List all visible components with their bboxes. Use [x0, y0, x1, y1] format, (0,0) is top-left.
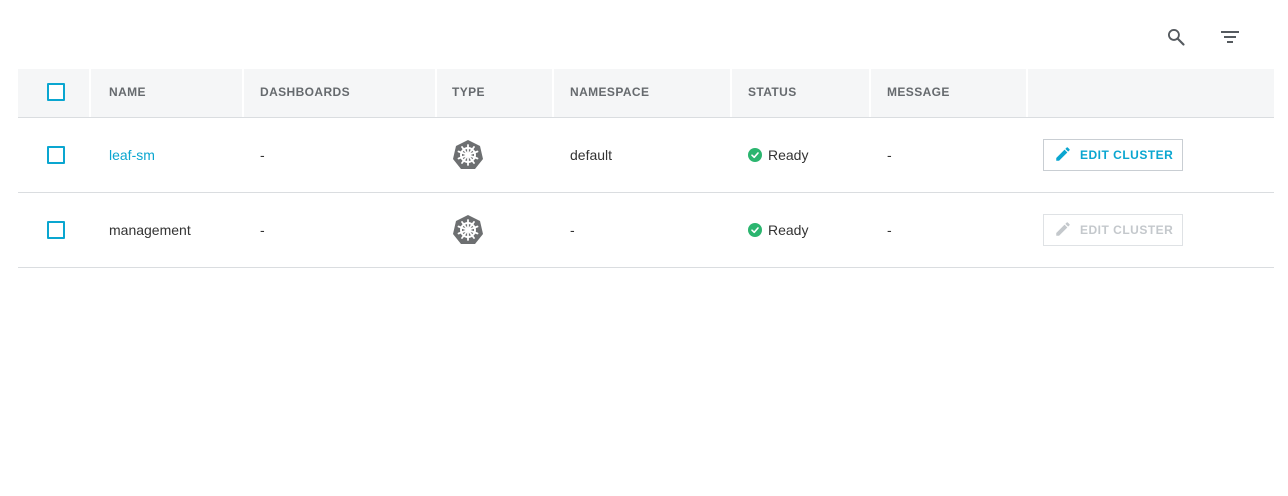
dashboards-value: -	[260, 147, 265, 163]
column-divider	[552, 69, 554, 117]
cluster-name: management	[109, 222, 191, 238]
status-badge: Ready	[748, 118, 808, 192]
filter-icon[interactable]	[1217, 24, 1243, 50]
select-all-checkbox[interactable]	[47, 83, 65, 103]
pencil-icon	[1054, 220, 1072, 241]
table-row: leaf-sm - default Ready - EDIT CLUSTER	[18, 118, 1274, 193]
status-label: Ready	[768, 222, 809, 238]
edit-cluster-cell: EDIT CLUSTER	[1043, 118, 1183, 192]
pencil-icon	[1054, 145, 1072, 166]
column-divider	[435, 69, 437, 117]
status-badge: Ready	[748, 193, 808, 267]
namespace-value: default	[570, 147, 613, 163]
column-header-name[interactable]: NAME	[109, 69, 146, 117]
table-row: management - - Ready - EDIT CLUSTER	[18, 193, 1274, 268]
column-divider	[242, 69, 244, 117]
column-header-namespace[interactable]: NAMESPACE	[570, 69, 649, 117]
row-checkbox[interactable]	[47, 118, 65, 192]
edit-cluster-cell: EDIT CLUSTER	[1043, 193, 1183, 267]
edit-cluster-label: EDIT CLUSTER	[1080, 148, 1174, 162]
edit-cluster-label: EDIT CLUSTER	[1080, 223, 1174, 237]
column-divider	[1026, 69, 1028, 117]
check-circle-icon	[748, 148, 762, 162]
kubernetes-icon	[452, 118, 484, 192]
column-header-status[interactable]: STATUS	[748, 69, 797, 117]
edit-cluster-button-disabled: EDIT CLUSTER	[1043, 214, 1183, 246]
cluster-name-link[interactable]: leaf-sm	[109, 118, 155, 192]
dashboards-value: -	[260, 222, 265, 238]
edit-cluster-button[interactable]: EDIT CLUSTER	[1043, 139, 1183, 171]
search-icon[interactable]	[1163, 24, 1189, 50]
column-divider	[730, 69, 732, 117]
table-header: NAME DASHBOARDS TYPE NAMESPACE STATUS ME…	[18, 69, 1274, 118]
check-circle-icon	[748, 223, 762, 237]
kubernetes-icon	[452, 193, 484, 267]
table-toolbar	[0, 0, 1288, 70]
column-divider	[89, 69, 91, 117]
clusters-table: NAME DASHBOARDS TYPE NAMESPACE STATUS ME…	[18, 69, 1274, 268]
message-value: -	[887, 222, 892, 238]
column-header-dashboards[interactable]: DASHBOARDS	[260, 69, 350, 117]
column-header-message[interactable]: MESSAGE	[887, 69, 950, 117]
column-divider	[869, 69, 871, 117]
status-label: Ready	[768, 147, 809, 163]
row-checkbox[interactable]	[47, 193, 65, 267]
namespace-value: -	[570, 222, 575, 238]
message-value: -	[887, 147, 892, 163]
column-header-type[interactable]: TYPE	[452, 69, 485, 117]
